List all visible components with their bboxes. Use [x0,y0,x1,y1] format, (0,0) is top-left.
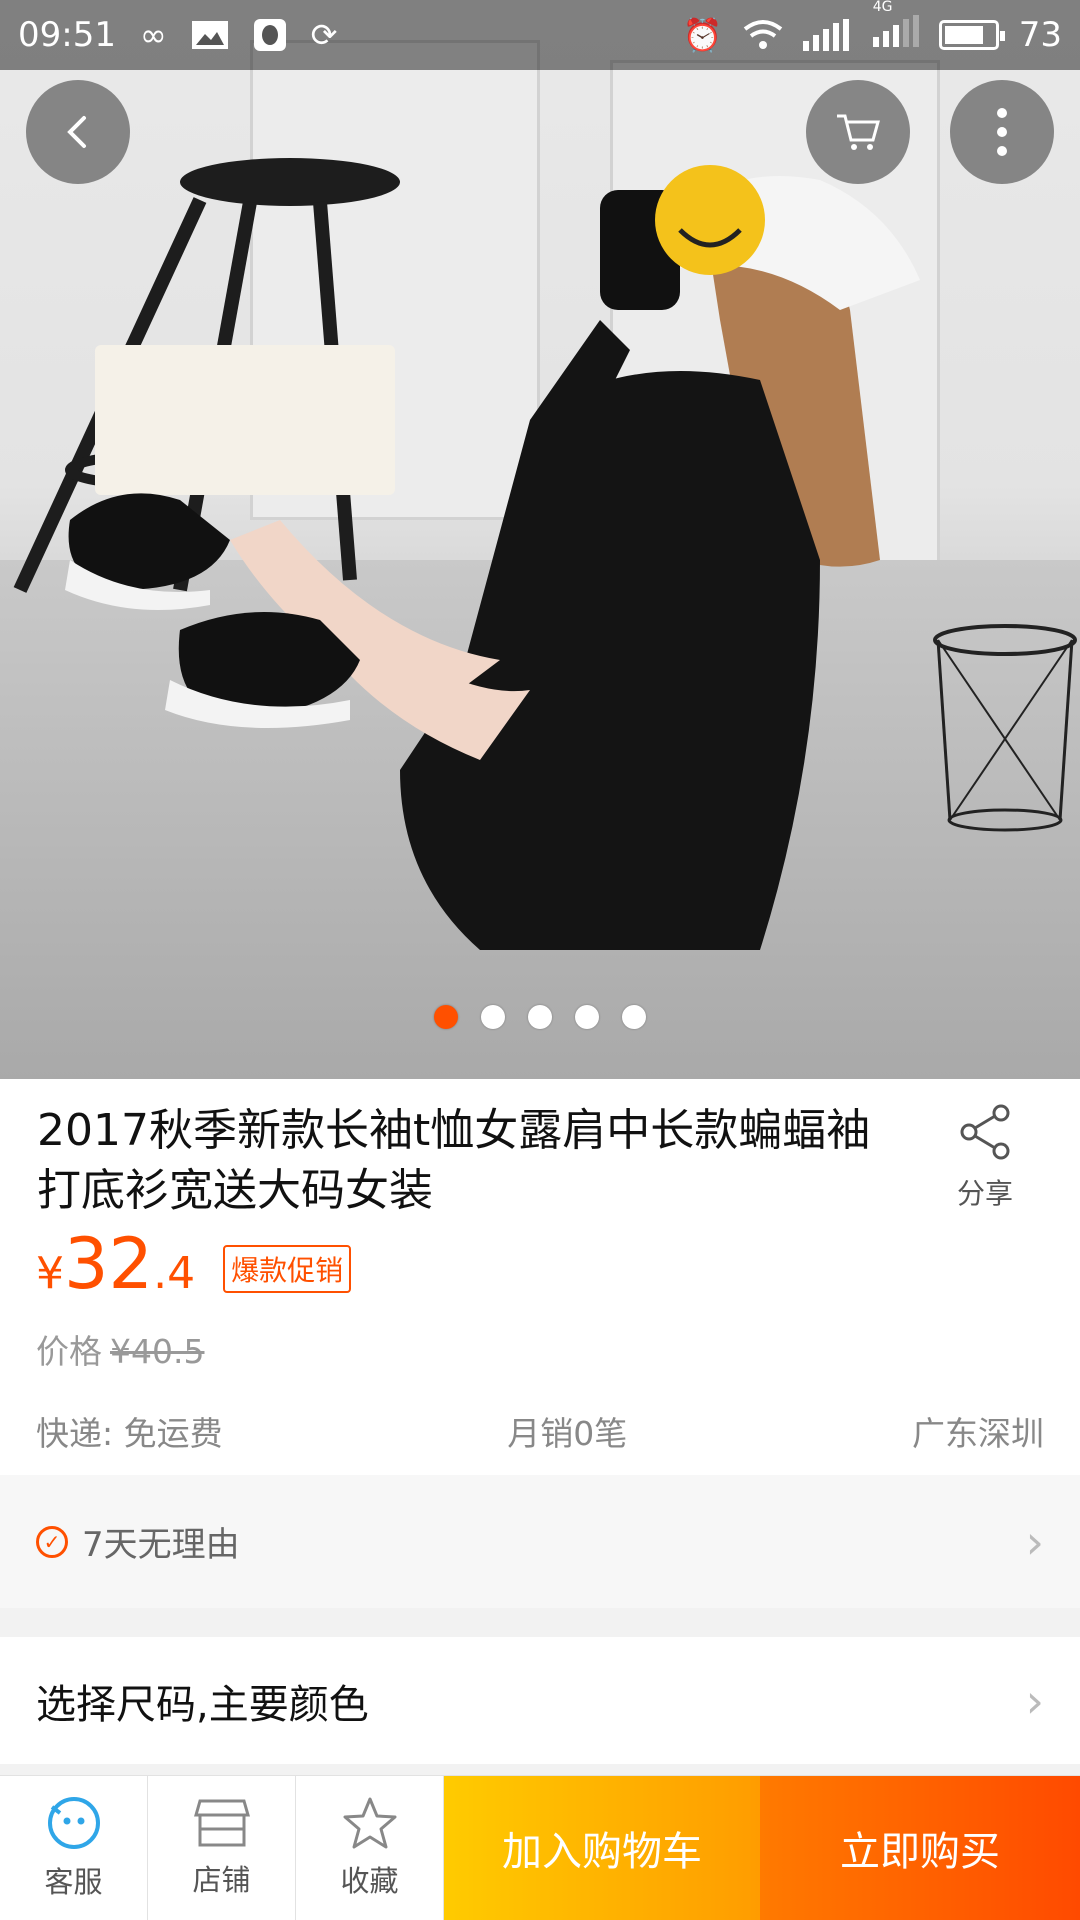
image-icon [191,21,228,49]
check-circle-icon: ✓ [36,1525,68,1558]
guarantee-row[interactable]: ✓ 7天无理由 › [0,1475,1080,1608]
pagination-dot[interactable] [622,1005,646,1029]
original-price-value: ¥40.5 [110,1332,205,1371]
favorite-button[interactable]: 收藏 [296,1776,444,1920]
qq-icon [253,19,286,51]
product-info: 2017秋季新款长袖t恤女露肩中长款蝙蝠袖打底衫宽送大码女装 分享 ¥ 32 .… [0,1079,1080,1475]
gallery-pagination [0,1005,1080,1029]
original-price-label: 价格 [36,1332,102,1371]
model-wearing-black-top [65,165,920,950]
battery-icon [938,20,1005,50]
status-time: 09:51 [18,15,116,55]
original-price: 价格 ¥40.5 [36,1325,204,1373]
chevron-right-icon: › [1025,1673,1044,1728]
pagination-dot[interactable] [575,1005,599,1029]
pagination-dot[interactable] [528,1005,552,1029]
more-button[interactable] [950,80,1054,184]
ship-from-location: 广东深圳 [911,1414,1044,1453]
network-type: 4G [872,0,893,15]
customer-service-label: 客服 [44,1865,103,1899]
back-button[interactable] [26,80,130,184]
chevron-right-icon: › [1025,1514,1044,1569]
more-vertical-icon [997,108,1007,156]
buy-now-button[interactable]: 立即购买 [760,1776,1080,1920]
price: ¥ 32 .4 爆款促销 [36,1223,352,1305]
status-bar: 09:51 ∞ ⟳ ⏰ 4G 73 [0,0,1080,70]
select-options-text: 选择尺码,主要颜色 [36,1681,369,1728]
share-label: 分享 [956,1177,1013,1210]
shop-label: 店铺 [192,1863,251,1897]
cart-button[interactable] [806,80,910,184]
infinity-icon: ∞ [139,16,167,54]
shipping-info: 快递: 免运费 [36,1414,223,1453]
favorite-label: 收藏 [340,1864,399,1898]
back-arrow-icon [67,116,86,148]
product-meta: 快递: 免运费 月销0笔 广东深圳 [36,1407,1044,1455]
shop-icon [193,1799,250,1847]
bottom-action-bar: 客服 店铺 收藏 加入购物车 立即购买 [0,1775,1080,1920]
shop-button[interactable]: 店铺 [148,1776,296,1920]
pagination-dot[interactable] [481,1005,505,1029]
pagination-dot-active[interactable] [434,1005,458,1029]
price-integer: 32 [64,1223,154,1305]
product-image-gallery[interactable] [0,0,1080,1079]
share-icon [960,1104,1010,1160]
price-symbol: ¥ [36,1248,64,1299]
sync-icon: ⟳ [310,16,338,54]
promo-badge: 爆款促销 [223,1245,352,1293]
share-button[interactable]: 分享 [945,1104,1025,1212]
select-options-row[interactable]: 选择尺码,主要颜色 › [0,1637,1080,1764]
signal-icon [802,19,849,51]
alarm-icon: ⏰ [682,16,723,54]
guarantee-text: 7天无理由 [82,1525,240,1565]
product-title: 2017秋季新款长袖t恤女露肩中长款蝙蝠袖打底衫宽送大码女装 [37,1105,871,1216]
price-decimal: .4 [153,1248,196,1299]
battery-level: 73 [1018,15,1062,55]
signal-4g-icon: 4G [872,0,919,56]
add-to-cart-button[interactable]: 加入购物车 [444,1776,760,1920]
wifi-icon [743,20,782,49]
monthly-sales: 月销0笔 [507,1414,628,1453]
star-icon [343,1797,396,1849]
customer-service-icon [47,1797,100,1849]
cart-icon [837,114,880,150]
customer-service-button[interactable]: 客服 [0,1776,148,1920]
